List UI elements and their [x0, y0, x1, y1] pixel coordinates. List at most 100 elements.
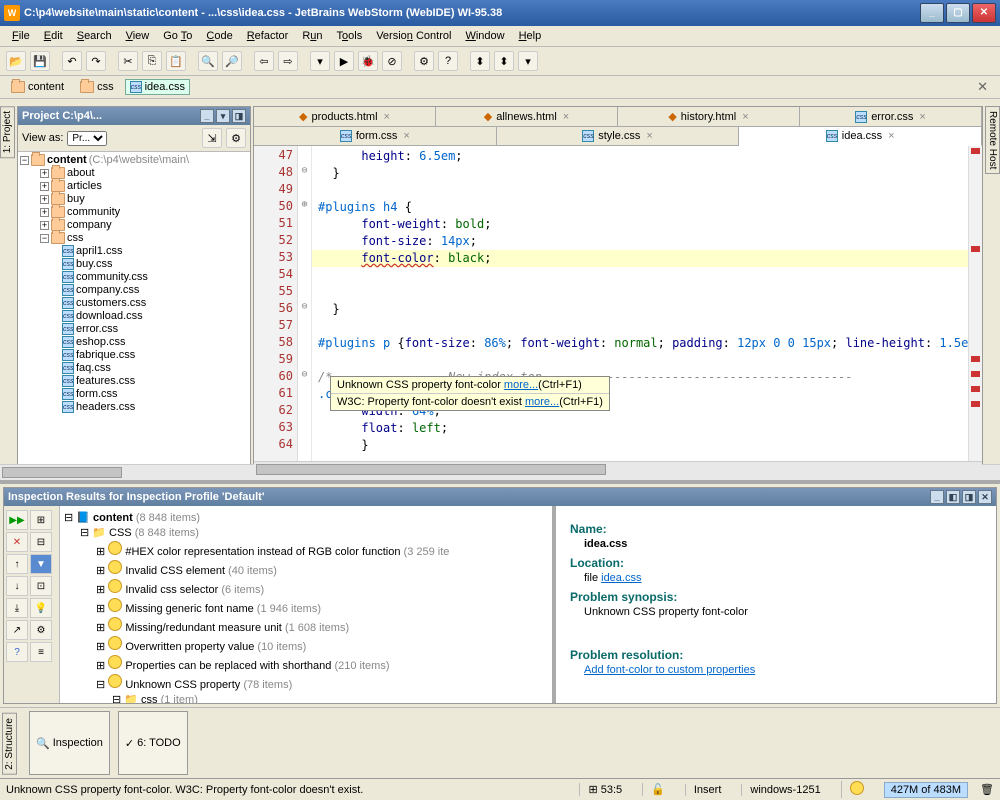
fix-icon[interactable]: 💡 — [30, 598, 52, 618]
status-memory[interactable]: 427M of 483M — [884, 782, 968, 798]
insp-float[interactable]: ◧ — [946, 490, 960, 504]
location-link[interactable]: idea.css — [601, 572, 641, 584]
fold-column[interactable]: ⊖⊕⊖⊖ — [298, 146, 312, 461]
export-icon[interactable]: ↗ — [6, 620, 28, 640]
menu-search[interactable]: Search — [71, 28, 118, 44]
editor-tab[interactable]: ◆ products.html × — [254, 107, 436, 126]
dropdown-button[interactable]: ▾ — [518, 51, 538, 71]
settings2-icon[interactable]: ⚙ — [30, 620, 52, 640]
project-tree[interactable]: − content (C:\p4\website\main\+ about+ a… — [18, 152, 250, 477]
vcs-button[interactable]: ⬍ — [470, 51, 490, 71]
help2-icon[interactable]: ? — [6, 642, 28, 662]
copy-button[interactable]: ⎘ — [142, 51, 162, 71]
pane-hide-icon[interactable]: ◨ — [232, 109, 246, 123]
insp-min[interactable]: _ — [930, 490, 944, 504]
side-tab-project[interactable]: 1: Project — [0, 106, 15, 158]
side-tab-structure[interactable]: 2: Structure — [2, 713, 17, 775]
expand-icon[interactable]: ⊞ — [30, 510, 52, 530]
rerun-icon[interactable]: ▶▶ — [6, 510, 28, 530]
debug-button[interactable]: 🐞 — [358, 51, 378, 71]
menu-window[interactable]: Window — [459, 28, 510, 44]
insp-hide[interactable]: ✕ — [978, 490, 992, 504]
side-tab-remote[interactable]: Remote Host — [985, 106, 1000, 174]
tab-inspection[interactable]: 🔍 Inspection — [29, 711, 110, 775]
autoscroll-icon[interactable]: ⤓ — [6, 598, 28, 618]
resolution-link[interactable]: Add font-color to custom properties — [584, 664, 755, 676]
close-icon[interactable]: × — [384, 111, 390, 123]
forward-button[interactable]: ⇨ — [278, 51, 298, 71]
error-stripe[interactable] — [968, 146, 982, 461]
pane-min-icon[interactable]: _ — [200, 109, 214, 123]
editor-tab[interactable]: css error.css × — [800, 107, 982, 126]
crumb-css[interactable]: css — [75, 79, 119, 95]
undo-button[interactable]: ↶ — [62, 51, 82, 71]
crumb-idea-css[interactable]: cssidea.css — [125, 79, 190, 95]
status-lock[interactable]: 🔓 — [642, 783, 673, 796]
editor-area: ◆ products.html ×◆ allnews.html ×◆ histo… — [253, 106, 983, 478]
menu-help[interactable]: Help — [513, 28, 548, 44]
menu-file[interactable]: File — [6, 28, 36, 44]
filter-icon[interactable]: ▼ — [30, 554, 52, 574]
status-inspector[interactable] — [841, 781, 872, 798]
back-button[interactable]: ⇦ — [254, 51, 274, 71]
group-icon[interactable]: ⊡ — [30, 576, 52, 596]
paste-button[interactable]: 📋 — [166, 51, 186, 71]
pane-opt-icon[interactable]: ▾ — [216, 109, 230, 123]
open-button[interactable]: 📂 — [6, 51, 26, 71]
editor-tab[interactable]: css form.css × — [254, 127, 497, 145]
tab-todo[interactable]: ✓ 6: TODO — [118, 711, 188, 775]
replace-button[interactable]: 🔎 — [222, 51, 242, 71]
view-as-select[interactable]: Pr... — [67, 131, 107, 146]
code-body[interactable]: height: 6.5em; }#plugins h4 { font-weigh… — [312, 146, 968, 461]
close-icon[interactable]: × — [919, 111, 925, 123]
menu-goto[interactable]: Go To — [157, 28, 198, 44]
save-button[interactable]: 💾 — [30, 51, 50, 71]
menu-code[interactable]: Code — [200, 28, 238, 44]
cut-button[interactable]: ✂ — [118, 51, 138, 71]
collapse-icon[interactable]: ⊟ — [30, 532, 52, 552]
collapse-icon[interactable]: ⇲ — [202, 128, 222, 148]
prev-icon[interactable]: ↑ — [6, 554, 28, 574]
close-icon[interactable]: ✕ — [6, 532, 28, 552]
tooltip-more1[interactable]: more... — [504, 379, 538, 391]
close-icon[interactable]: × — [888, 130, 894, 142]
menu-run[interactable]: Run — [296, 28, 328, 44]
status-trash-icon[interactable]: 🗑 — [980, 783, 994, 796]
minimize-button[interactable]: _ — [920, 3, 944, 23]
status-encoding[interactable]: windows-1251 — [741, 784, 828, 796]
stop-button[interactable]: ⊘ — [382, 51, 402, 71]
next-icon[interactable]: ↓ — [6, 576, 28, 596]
menu-view[interactable]: View — [120, 28, 156, 44]
editor-tab[interactable]: ◆ history.html × — [618, 107, 800, 126]
close-icon[interactable]: × — [646, 130, 652, 142]
run-button[interactable]: ▶ — [334, 51, 354, 71]
menu-edit[interactable]: Edit — [38, 28, 69, 44]
editor-hscroll[interactable] — [254, 461, 982, 477]
maximize-button[interactable]: ▢ — [946, 3, 970, 23]
build-button[interactable]: ▾ — [310, 51, 330, 71]
close-button[interactable]: ✕ — [972, 3, 996, 23]
insp-dock[interactable]: ◨ — [962, 490, 976, 504]
menu-vcs[interactable]: Version Control — [370, 28, 457, 44]
gear-icon[interactable]: ⚙ — [226, 128, 246, 148]
find-button[interactable]: 🔍 — [198, 51, 218, 71]
tooltip-more2[interactable]: more... — [525, 396, 559, 408]
close-icon[interactable]: × — [563, 111, 569, 123]
editor-tab[interactable]: ◆ allnews.html × — [436, 107, 618, 126]
vcs2-button[interactable]: ⬍ — [494, 51, 514, 71]
close-icon[interactable]: × — [742, 111, 748, 123]
inspection-tree[interactable]: ⊟ 📘 content (8 848 items)⊟ 📁 CSS (8 848 … — [60, 506, 556, 703]
crumb-content[interactable]: content — [6, 79, 69, 95]
close-icon[interactable]: × — [403, 130, 409, 142]
redo-button[interactable]: ↷ — [86, 51, 106, 71]
editor-tab[interactable]: css style.css × — [497, 127, 740, 145]
menu-refactor[interactable]: Refactor — [241, 28, 295, 44]
breadcrumb-close[interactable]: ✕ — [971, 79, 994, 95]
diff-icon[interactable]: ≡ — [30, 642, 52, 662]
editor-tab[interactable]: css idea.css × — [739, 127, 982, 146]
menu-tools[interactable]: Tools — [331, 28, 369, 44]
status-insert[interactable]: Insert — [685, 784, 730, 796]
code-editor[interactable]: 474849505152535455565758596061626364 ⊖⊕⊖… — [254, 146, 982, 461]
help-button[interactable]: ? — [438, 51, 458, 71]
settings-button[interactable]: ⚙ — [414, 51, 434, 71]
